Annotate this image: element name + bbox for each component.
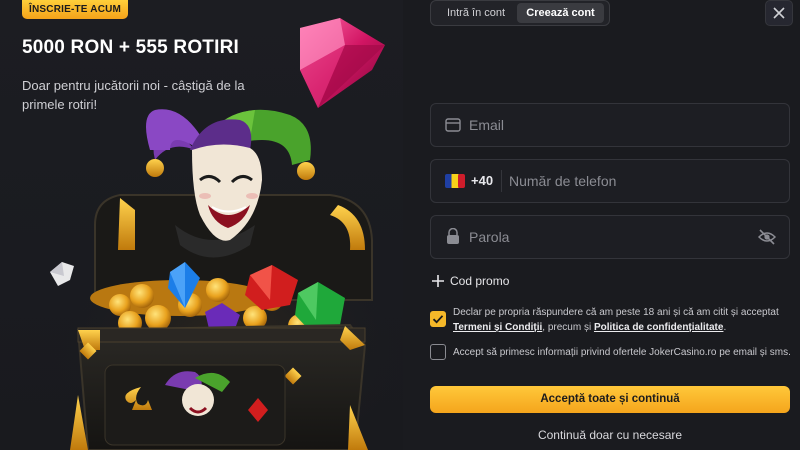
- promo-panel: ÎNSCRIE-TE ACUM 5000 RON + 555 ROTIRI Do…: [0, 0, 403, 450]
- terms-consent-text: Declar pe propria răspundere că am peste…: [453, 305, 798, 335]
- bonus-subtext: Doar pentru jucătorii noi - câștigă de l…: [22, 78, 245, 112]
- eye-off-icon[interactable]: [758, 229, 776, 245]
- privacy-policy-link[interactable]: Politica de confidențialitate: [594, 322, 723, 333]
- tab-register[interactable]: Creează cont: [517, 3, 604, 23]
- email-field[interactable]: Email: [430, 103, 790, 147]
- continue-necessary-link[interactable]: Continuă doar cu necesare: [430, 428, 790, 442]
- signup-now-badge: ÎNSCRIE-TE ACUM: [22, 0, 129, 19]
- promo-code-label: Cod promo: [450, 274, 510, 288]
- phone-field[interactable]: +40 Număr de telefon: [430, 159, 790, 203]
- phone-divider: [501, 170, 502, 192]
- terms-text-before: Declar pe propria răspundere că am peste…: [453, 307, 779, 318]
- accept-all-button[interactable]: Acceptă toate și continuă: [430, 386, 790, 413]
- terms-link[interactable]: Termeni și Condiții: [453, 322, 542, 333]
- email-icon: [445, 118, 461, 132]
- terms-text-after: .: [723, 322, 727, 333]
- romania-flag-icon[interactable]: [445, 174, 465, 188]
- pink-diamond-gem: [300, 18, 385, 108]
- password-placeholder: Parola: [469, 229, 510, 245]
- terms-text-middle: , precum și: [542, 322, 592, 333]
- password-field[interactable]: Parola: [430, 215, 790, 259]
- close-icon: [773, 7, 785, 19]
- email-placeholder: Email: [469, 117, 505, 133]
- terms-checkbox[interactable]: [430, 311, 446, 327]
- marketing-consent-text: Accept să primesc informații privind ofe…: [453, 347, 791, 358]
- lock-icon: [447, 228, 459, 244]
- phone-prefix: +40: [471, 173, 494, 188]
- plus-icon: [432, 275, 444, 287]
- promo-code-toggle[interactable]: Cod promo: [432, 272, 509, 290]
- registration-panel: Intră în cont Creează cont Email +40 Num…: [403, 0, 800, 450]
- jester-treasure-illustration: [50, 18, 403, 450]
- bonus-headline: 5000 RON + 555 ROTIRI: [22, 37, 239, 58]
- auth-tabs: Intră în cont Creează cont: [430, 0, 610, 26]
- phone-placeholder: Număr de telefon: [509, 173, 617, 189]
- marketing-checkbox[interactable]: [430, 344, 446, 360]
- tab-login[interactable]: Intră în cont: [435, 3, 517, 23]
- checkmark-icon: [432, 315, 444, 324]
- close-button[interactable]: [765, 0, 793, 26]
